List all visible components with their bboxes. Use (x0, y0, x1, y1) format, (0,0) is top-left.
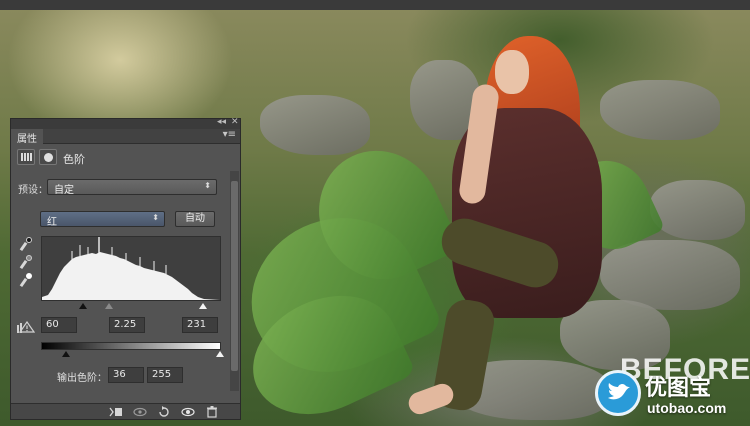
output-black-handle[interactable] (62, 351, 70, 357)
close-panel-icon[interactable]: ✕ (231, 117, 239, 127)
input-white-field[interactable]: 231 (182, 317, 218, 333)
updown-arrow-icon: ⬍ (152, 213, 159, 222)
tab-properties[interactable]: 属性 (11, 129, 43, 145)
panel-menu-icon[interactable]: ▾≡ (223, 129, 236, 140)
preset-label: 预设： (18, 185, 48, 196)
mask-icon[interactable] (39, 149, 57, 165)
output-levels-gradient (41, 342, 221, 350)
output-levels-label: 输出色阶： (57, 373, 107, 384)
rock (600, 80, 720, 140)
input-white-handle[interactable] (199, 303, 207, 309)
preset-select[interactable]: 自定 ⬍ (47, 179, 217, 196)
bird-logo-icon (595, 370, 641, 416)
eyedropper-white-icon[interactable] (19, 273, 32, 288)
brand-url-watermark: utobao.com (647, 400, 727, 416)
input-gray-handle[interactable] (105, 303, 113, 309)
preset-value: 自定 (54, 185, 74, 196)
input-black-field[interactable]: 60 (41, 317, 77, 333)
eye-icon[interactable] (181, 406, 195, 418)
clipping-warning-icon[interactable] (17, 320, 36, 333)
panel-title-strip[interactable]: ◂◂ ✕ (11, 117, 240, 129)
updown-arrow-icon: ⬍ (204, 181, 211, 190)
adjustment-header: 色阶 (17, 147, 232, 169)
input-levels-slider[interactable] (41, 303, 221, 311)
collapse-panel-icon[interactable]: ◂◂ (217, 117, 226, 127)
panel-tabbar: 属性 ▾≡ (11, 129, 240, 145)
panel-scrollbar[interactable] (230, 171, 239, 391)
eyedropper-black-icon[interactable] (19, 237, 32, 252)
output-levels-slider[interactable] (41, 351, 224, 359)
adjustment-title: 色阶 (63, 153, 85, 166)
woman-foot (405, 380, 457, 418)
clip-to-layer-icon[interactable] (109, 406, 123, 418)
output-white-handle[interactable] (216, 351, 224, 357)
input-gray-field[interactable]: 2.25 (109, 317, 145, 333)
woman-face (495, 50, 529, 94)
channel-select[interactable]: 红 ⬍ (40, 211, 165, 228)
histogram-icon[interactable] (17, 149, 35, 165)
rock (260, 95, 370, 155)
channel-value: 红 (47, 217, 57, 228)
view-previous-icon[interactable] (133, 406, 147, 418)
document-top-strip (0, 0, 750, 10)
input-black-handle[interactable] (79, 303, 87, 309)
trash-icon[interactable] (205, 406, 219, 418)
eyedropper-gray-icon[interactable] (19, 255, 32, 270)
reset-icon[interactable] (157, 406, 171, 418)
rock (650, 180, 745, 240)
brand-watermark: 优图宝 (645, 376, 712, 401)
panel-footer (11, 403, 240, 419)
output-black-field[interactable]: 36 (108, 367, 144, 383)
histogram-graph (41, 236, 221, 301)
output-white-field[interactable]: 255 (147, 367, 183, 383)
scrollbar-thumb[interactable] (231, 181, 238, 371)
auto-button[interactable]: 自动 (175, 211, 215, 227)
properties-panel: ◂◂ ✕ 属性 ▾≡ 色阶 预设： 自定 ⬍ 红 ⬍ 自动 60 2.25 23… (10, 117, 241, 420)
